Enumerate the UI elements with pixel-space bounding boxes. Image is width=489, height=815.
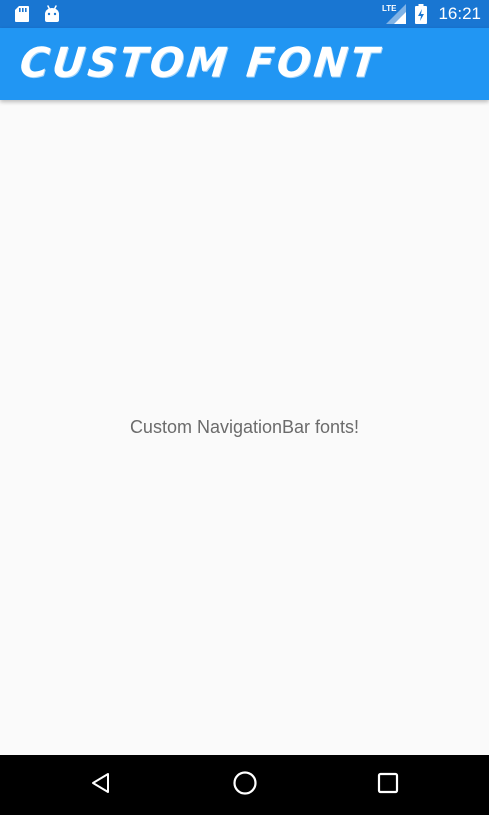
android-icon [44,5,60,23]
lte-signal-icon: LTE [382,3,408,25]
back-icon [89,771,113,800]
home-icon [232,770,258,801]
navigation-bar [0,755,489,815]
sd-card-icon [14,5,30,23]
app-bar: CUSTOM FONT [0,28,489,100]
status-bar-notifications [14,4,60,24]
status-bar: LTE 16:21 [0,0,489,28]
home-button[interactable] [229,769,261,801]
lte-label: LTE [382,4,397,13]
app-bar-title: CUSTOM FONT [17,39,384,87]
back-button[interactable] [85,769,117,801]
status-clock: 16:21 [438,4,481,23]
main-content: Custom NavigationBar fonts! [0,100,489,755]
battery-charging-icon [414,3,428,25]
recents-button[interactable] [372,769,404,801]
recents-icon [376,771,400,800]
center-label: Custom NavigationBar fonts! [129,417,360,437]
status-bar-system: LTE 16:21 [382,2,481,26]
